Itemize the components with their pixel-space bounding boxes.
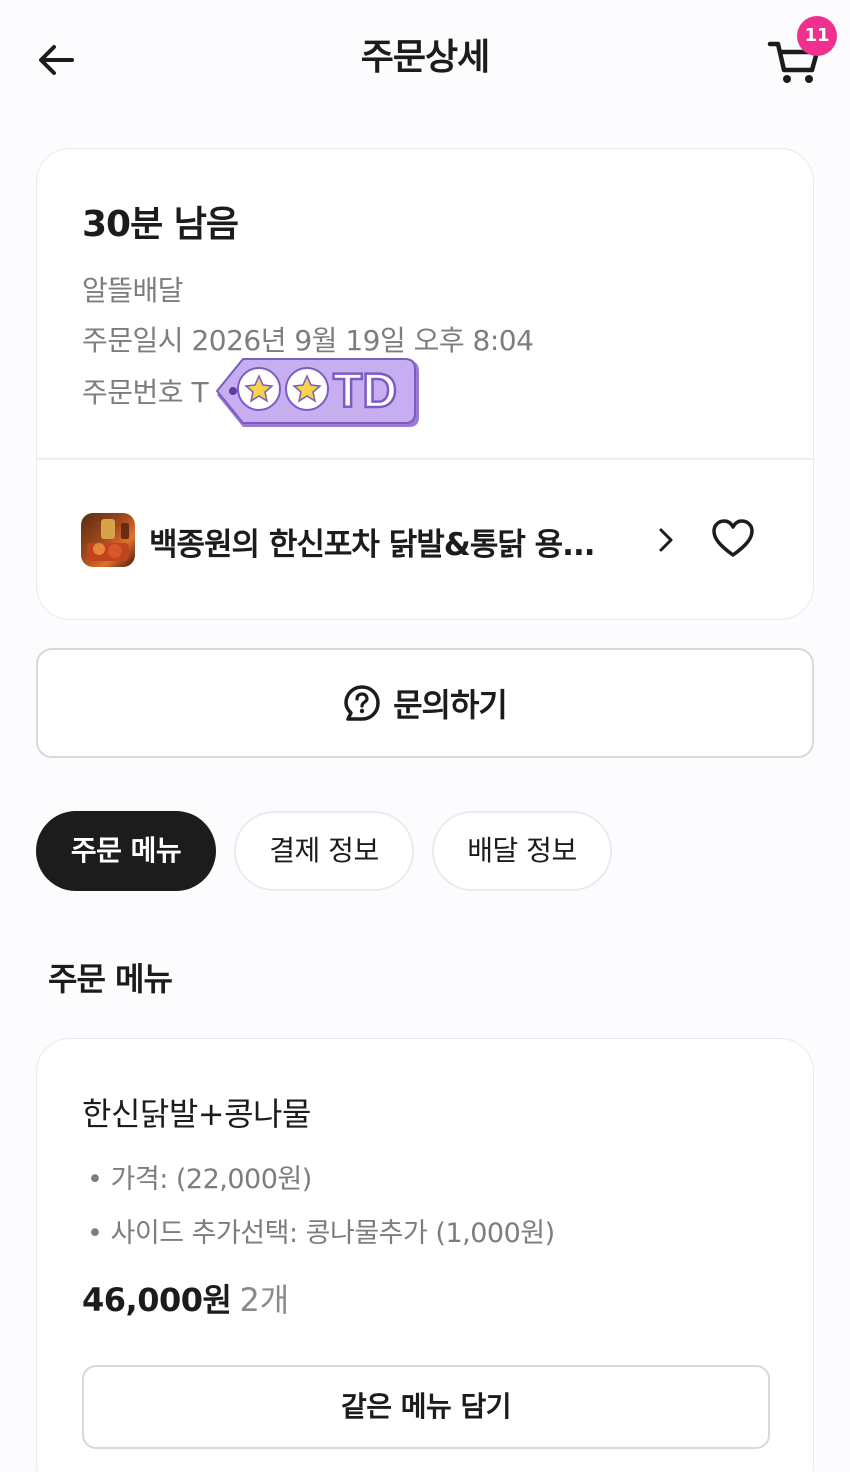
ootd-sticker: TD	[213, 357, 423, 431]
chevron-right-icon	[659, 528, 673, 552]
menu-option-side: • 사이드 추가선택: 콩나물추가 (1,000원)	[87, 1218, 555, 1249]
question-chat-icon	[344, 685, 380, 721]
delivery-type: 알뜰배달	[82, 274, 184, 307]
heart-outline-icon	[712, 519, 754, 557]
tab-delivery-info[interactable]: 배달 정보	[432, 811, 612, 891]
page-title: 주문상세	[360, 37, 490, 78]
order-number: 주문번호 T	[82, 376, 209, 409]
sticker-text: TD	[333, 365, 397, 418]
price-line: 46,000원 2개	[82, 1275, 289, 1321]
add-same-menu-button[interactable]: 같은 메뉴 담기	[82, 1365, 770, 1449]
section-title: 주문 메뉴	[48, 960, 173, 998]
menu-item-card: 한신닭발+콩나물 • 가격: (22,000원) • 사이드 추가선택: 콩나물…	[36, 1038, 814, 1472]
order-datetime: 주문일시 2026년 9월 19일 오후 8:04	[82, 324, 534, 357]
store-name: 백종원의 한신포차 닭발&통닭 용...	[149, 527, 596, 563]
store-thumbnail	[81, 513, 135, 567]
store-link[interactable]: 백종원의 한신포차 닭발&통닭 용...	[37, 461, 813, 619]
header: 주문상세 11	[0, 0, 850, 118]
inquiry-button[interactable]: 문의하기	[36, 648, 814, 758]
cart-count-badge: 11	[797, 16, 837, 56]
order-summary-card: 30분 남음 알뜰배달 주문일시 2026년 9월 19일 오후 8:04 주문…	[36, 148, 814, 620]
remaining-time: 30분 남음	[82, 204, 239, 245]
menu-item-name: 한신닭발+콩나물	[82, 1095, 311, 1133]
tab-payment-info[interactable]: 결제 정보	[234, 811, 414, 891]
menu-item-price: 46,000원	[82, 1281, 232, 1319]
card-divider	[37, 458, 813, 460]
tab-order-menu[interactable]: 주문 메뉴	[36, 811, 216, 891]
menu-option-price: • 가격: (22,000원)	[87, 1164, 312, 1195]
favorite-button[interactable]	[711, 517, 755, 561]
menu-item-quantity: 2개	[239, 1281, 290, 1319]
inquiry-label: 문의하기	[393, 686, 508, 724]
